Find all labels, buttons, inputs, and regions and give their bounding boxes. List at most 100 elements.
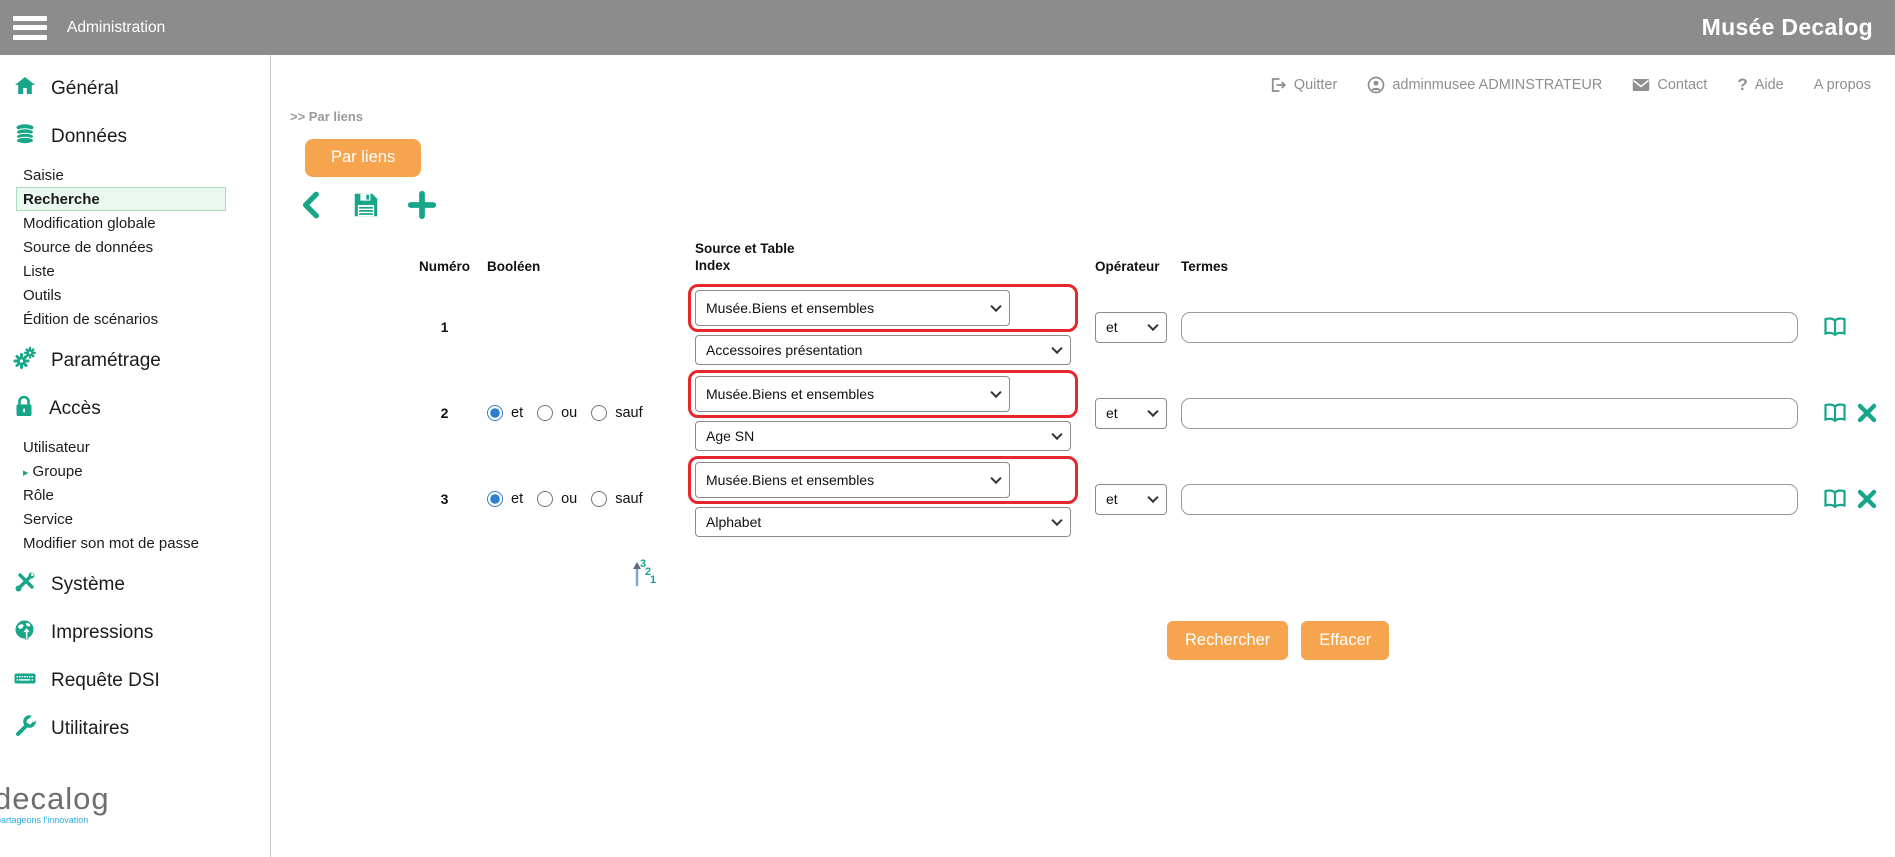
delete-row-icon[interactable]: [1856, 402, 1878, 424]
top-bar: Administration Musée Decalog: [0, 0, 1895, 55]
term-input[interactable]: [1181, 484, 1798, 515]
radio-sauf[interactable]: [591, 405, 607, 421]
sidebar-item-edition-scenarios[interactable]: Édition de scénarios: [16, 307, 226, 331]
sidebar-item-impressions[interactable]: Impressions: [0, 609, 270, 657]
svg-text:1: 1: [650, 574, 656, 586]
home-icon: [13, 74, 37, 104]
contact-link[interactable]: Contact: [1632, 77, 1707, 93]
operator-select[interactable]: et: [1095, 312, 1167, 343]
sidebar-item-donnees[interactable]: Données: [0, 113, 270, 161]
sidebar-item-groupe[interactable]: ▸Groupe: [16, 459, 226, 483]
sidebar-item-recherche[interactable]: Recherche: [16, 187, 226, 211]
sidebar-item-role[interactable]: Rôle: [16, 483, 226, 507]
chevron-right-icon: ▸: [23, 467, 29, 479]
radio-ou[interactable]: [537, 491, 553, 507]
sidebar-item-outils[interactable]: Outils: [16, 283, 226, 307]
source-table-select[interactable]: Musée.Biens et ensembles: [695, 290, 1010, 326]
sidebar-item-modifier-mot-de-passe[interactable]: Modifier son mot de passe: [16, 531, 226, 555]
operator-select[interactable]: et: [1095, 484, 1167, 515]
operator-select[interactable]: et: [1095, 398, 1167, 429]
source-table-select[interactable]: Musée.Biens et ensembles: [695, 462, 1010, 498]
sidebar-item-modification-globale[interactable]: Modification globale: [16, 211, 226, 235]
sidebar-item-utilisateur[interactable]: Utilisateur: [16, 435, 226, 459]
wrench-icon: [13, 714, 37, 744]
save-button[interactable]: [351, 190, 381, 220]
apropos-link[interactable]: A propos: [1814, 77, 1871, 93]
criterion-row-2: 2 et ou sauf Musée.Biens et ensembles: [402, 370, 1895, 456]
index-select[interactable]: Age SN: [695, 421, 1071, 451]
header-operateur: Opérateur: [1095, 259, 1181, 274]
row-number: 3: [402, 491, 487, 507]
row-number: 1: [402, 319, 487, 335]
database-icon: [13, 122, 37, 152]
delete-row-icon[interactable]: [1856, 488, 1878, 510]
rechercher-button[interactable]: Rechercher: [1167, 621, 1288, 660]
add-criterion-button[interactable]: [407, 190, 437, 220]
sidebar-item-acces[interactable]: Accès: [0, 385, 270, 433]
brand-title: Musée Decalog: [1702, 14, 1873, 41]
breadcrumb: >> Par liens: [290, 109, 1895, 124]
radio-ou[interactable]: [537, 405, 553, 421]
tab-par-liens[interactable]: Par liens: [305, 139, 421, 177]
boolean-radio-group: et ou sauf: [487, 491, 695, 507]
header-termes: Termes: [1181, 259, 1809, 274]
decalog-logo: decalog partageons l'innovation: [0, 781, 270, 825]
gears-icon: [13, 346, 37, 376]
header-numero: Numéro: [402, 259, 487, 274]
chevron-down-icon: [1147, 320, 1158, 331]
aide-link[interactable]: ? Aide: [1737, 75, 1783, 95]
chevron-down-icon: [990, 472, 1001, 483]
source-table-select[interactable]: Musée.Biens et ensembles: [695, 376, 1010, 412]
sort-order-icon[interactable]: 3 2 1: [628, 554, 664, 595]
sidebar-item-service[interactable]: Service: [16, 507, 226, 531]
chevron-down-icon: [1051, 428, 1062, 439]
header-booleen: Booléen: [487, 259, 695, 274]
sidebar-item-saisie[interactable]: Saisie: [16, 163, 226, 187]
back-button[interactable]: [299, 190, 325, 220]
donnees-submenu: Saisie Recherche Modification globale So…: [0, 161, 270, 337]
sidebar-item-liste[interactable]: Liste: [16, 259, 226, 283]
boolean-radio-group: et ou sauf: [487, 405, 695, 421]
authority-book-icon[interactable]: [1823, 316, 1847, 338]
mail-icon: [1632, 78, 1650, 92]
sidebar-item-source-de-donnees[interactable]: Source de données: [16, 235, 226, 259]
radio-et[interactable]: [487, 491, 503, 507]
acces-submenu: Utilisateur ▸Groupe Rôle Service Modifie…: [0, 433, 270, 561]
user-account-link[interactable]: adminmusee ADMINSTRATEUR: [1367, 76, 1602, 94]
toolbar: [299, 190, 1895, 220]
header-source-index: Source et Table Index: [695, 240, 1095, 274]
term-input[interactable]: [1181, 312, 1798, 343]
term-input[interactable]: [1181, 398, 1798, 429]
sidebar-item-parametrage[interactable]: Paramétrage: [0, 337, 270, 385]
effacer-button[interactable]: Effacer: [1301, 621, 1389, 660]
authority-book-icon[interactable]: [1823, 488, 1847, 510]
sidebar-item-requete-dsi[interactable]: Requête DSI: [0, 657, 270, 705]
page: Administration Musée Decalog Général Don…: [0, 0, 1895, 857]
lock-icon: [13, 394, 35, 424]
form-headers: Numéro Booléen Source et Table Index Opé…: [402, 240, 1895, 274]
sidebar: Général Données Saisie Recherche Modific…: [0, 55, 271, 857]
quitter-link[interactable]: Quitter: [1269, 76, 1338, 94]
chevron-down-icon: [1051, 514, 1062, 525]
chevron-down-icon: [990, 386, 1001, 397]
header-links: Quitter adminmusee ADMINSTRATEUR: [272, 75, 1871, 95]
sidebar-item-general[interactable]: Général: [0, 65, 270, 113]
print-globe-icon: [13, 618, 37, 648]
criterion-row-1: 1 Musée.Biens et ensembles Accessoires p…: [402, 284, 1895, 370]
authority-book-icon[interactable]: [1823, 402, 1847, 424]
radio-sauf[interactable]: [591, 491, 607, 507]
chevron-down-icon: [1147, 492, 1158, 503]
action-buttons: Rechercher Effacer: [1167, 621, 1895, 660]
help-icon: ?: [1737, 75, 1747, 95]
search-form: Numéro Booléen Source et Table Index Opé…: [402, 240, 1895, 660]
index-select[interactable]: Accessoires présentation: [695, 335, 1071, 365]
sidebar-item-utilitaires[interactable]: Utilitaires: [0, 705, 270, 753]
logout-icon: [1269, 76, 1287, 94]
chevron-down-icon: [990, 300, 1001, 311]
sidebar-item-systeme[interactable]: Système: [0, 561, 270, 609]
hamburger-menu-icon[interactable]: [13, 16, 47, 40]
radio-et[interactable]: [487, 405, 503, 421]
index-select[interactable]: Alphabet: [695, 507, 1071, 537]
chevron-down-icon: [1051, 342, 1062, 353]
criterion-row-3: 3 et ou sauf Musée.Biens et ensembles: [402, 456, 1895, 542]
